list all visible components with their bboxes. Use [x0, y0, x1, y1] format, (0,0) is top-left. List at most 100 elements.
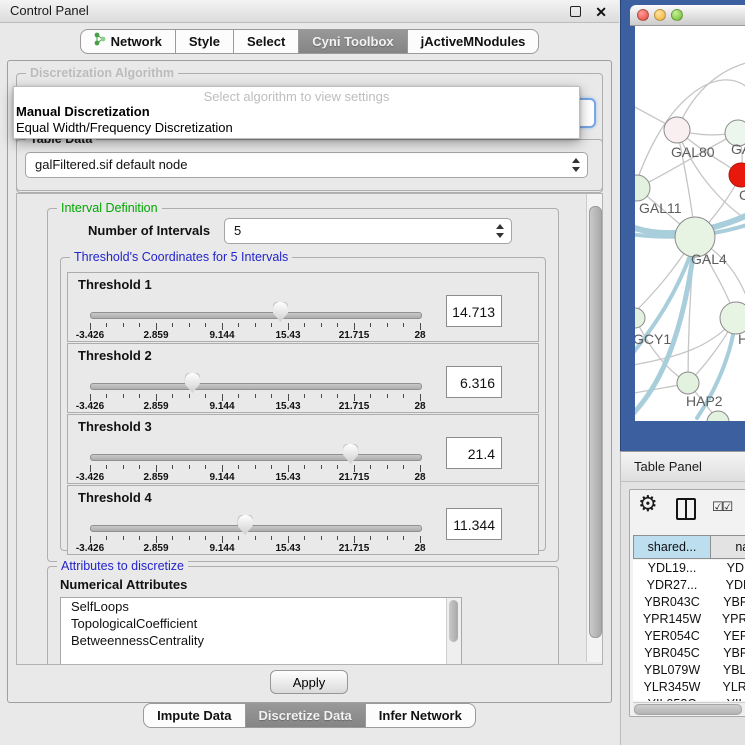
table-row[interactable]: YDL19...YDL19...	[633, 560, 745, 577]
network-window-titlebar	[630, 5, 745, 26]
tick-mark	[337, 536, 338, 540]
tick-label: 15.43	[275, 472, 300, 483]
minimize-light-icon[interactable]	[654, 9, 666, 21]
tick-label: 9.144	[209, 543, 234, 554]
settings-scrollbar-thumb[interactable]	[589, 206, 602, 638]
tick-label: 9.144	[209, 472, 234, 483]
network-window: GAL80GACGAL11GAL4GCY1HHAP2	[620, 0, 745, 451]
slider-track[interactable]	[90, 383, 422, 390]
tick-mark	[172, 465, 173, 469]
tick-label: 28	[414, 543, 425, 554]
table-row[interactable]: YER054CYER054C	[633, 628, 745, 645]
tab-label: Cyni Toolbox	[312, 30, 393, 53]
apply-button[interactable]: Apply	[270, 670, 348, 694]
control-panel-titlebar: Control Panel ✕	[0, 0, 619, 23]
close-icon[interactable]: ✕	[595, 1, 607, 23]
slider-thumb[interactable]	[273, 302, 288, 322]
slider-track[interactable]	[90, 525, 422, 532]
table-row[interactable]: YDR27...YDR27...	[633, 577, 745, 594]
tick-mark	[205, 536, 206, 540]
attribute-item-topologicalcoefficient[interactable]: TopologicalCoefficient	[61, 615, 461, 632]
network-edge	[635, 80, 745, 206]
bottom-tab-label: Infer Network	[379, 704, 462, 727]
table-row[interactable]: YLR345WYLR345W	[633, 679, 745, 696]
table-data-group: Table Data galFiltered.sif default node	[16, 139, 603, 191]
slider-track[interactable]	[90, 312, 422, 319]
tab-cyni-toolbox[interactable]: Cyni Toolbox	[299, 29, 407, 54]
algorithm-option-manual-discretization[interactable]: Manual Discretization	[14, 104, 579, 120]
slider-thumb[interactable]	[343, 444, 358, 464]
table-row[interactable]: YBR043CYBR043C	[633, 594, 745, 611]
tick-mark	[238, 465, 239, 469]
threshold-panel-4: Threshold 4-3.4262.8599.14415.4321.71528…	[67, 485, 539, 555]
zoom-light-icon[interactable]	[671, 9, 683, 21]
tick-mark	[420, 536, 421, 543]
tick-label: 9.144	[209, 401, 234, 412]
slider-track[interactable]	[90, 454, 422, 461]
attribute-item-betweennesscentrality[interactable]: BetweennessCentrality	[61, 632, 461, 649]
table-row[interactable]: YBL079WYBL079W	[633, 662, 745, 679]
tab-style[interactable]: Style	[176, 29, 234, 54]
list-scrollbar-thumb[interactable]	[449, 600, 458, 642]
threshold-value-field[interactable]: 11.344	[446, 508, 502, 540]
network-node[interactable]	[677, 372, 699, 394]
attribute-item-selfloops[interactable]: SelfLoops	[61, 598, 461, 615]
table-row[interactable]: YBR045CYBR045C	[633, 645, 745, 662]
network-edge	[677, 62, 745, 130]
table-hscrollbar[interactable]	[633, 702, 745, 715]
attributes-group: Attributes to discretize Numerical Attri…	[47, 566, 559, 665]
slider-thumb[interactable]	[238, 515, 253, 535]
tick-mark	[420, 323, 421, 330]
tab-jactivemnodules[interactable]: jActiveMNodules	[408, 29, 540, 54]
column-header-shared-[interactable]: shared...	[633, 535, 711, 559]
tick-mark	[255, 394, 256, 398]
table-row[interactable]: YIL052CYIL052C	[633, 696, 745, 701]
column-header-name[interactable]: name	[710, 535, 745, 559]
close-light-icon[interactable]	[637, 9, 649, 21]
threshold-label: Threshold 1	[78, 277, 152, 292]
float-window-icon[interactable]	[570, 6, 581, 17]
tick-mark	[90, 536, 91, 543]
settings-gear-icon[interactable]: ⚙	[638, 491, 658, 517]
network-node[interactable]	[707, 411, 729, 421]
network-node[interactable]	[635, 308, 645, 328]
select-checkboxes-icon[interactable]: ☑☑	[712, 499, 731, 515]
tick-mark	[139, 394, 140, 398]
network-node[interactable]	[729, 163, 745, 187]
table-row[interactable]: YPR145WYPR145W	[633, 611, 745, 628]
network-node[interactable]	[664, 117, 690, 143]
tick-mark	[387, 394, 388, 398]
settings-scrollbar[interactable]	[586, 194, 602, 662]
numerical-attributes-label: Numerical Attributes	[60, 577, 187, 592]
threshold-value-field[interactable]: 21.4	[446, 437, 502, 469]
tick-mark	[304, 536, 305, 540]
algorithm-option-equal-width-frequency-discretization[interactable]: Equal Width/Frequency Discretization	[14, 120, 579, 136]
tab-select[interactable]: Select	[234, 29, 299, 54]
tick-mark	[255, 536, 256, 540]
tick-mark	[222, 323, 223, 330]
network-node[interactable]	[720, 302, 745, 334]
tick-mark	[403, 536, 404, 540]
bottom-tab-infer-network[interactable]: Infer Network	[366, 703, 476, 728]
tab-network[interactable]: Network	[80, 29, 176, 54]
tick-mark	[156, 323, 157, 330]
table-panel-title: Table Panel	[621, 452, 745, 482]
table-cell: YIL052C	[634, 696, 710, 701]
tick-mark	[238, 323, 239, 327]
bottom-tab-discretize-data[interactable]: Discretize Data	[246, 703, 366, 728]
bottom-tab-label: Discretize Data	[259, 704, 352, 727]
bottom-tab-impute-data[interactable]: Impute Data	[143, 703, 245, 728]
tick-mark	[255, 465, 256, 469]
network-canvas[interactable]: GAL80GACGAL11GAL4GCY1HHAP2	[635, 26, 745, 421]
threshold-value-field[interactable]: 6.316	[446, 366, 502, 398]
table-cell: YBR043C	[634, 594, 710, 611]
table-data-combobox[interactable]: galFiltered.sif default node	[25, 152, 588, 178]
table-hscrollbar-thumb[interactable]	[634, 704, 742, 715]
number-of-intervals-combobox[interactable]: 5	[224, 218, 512, 244]
slider-thumb[interactable]	[185, 373, 200, 393]
tick-label: 9.144	[209, 330, 234, 341]
list-scrollbar[interactable]	[446, 598, 461, 665]
threshold-value-field[interactable]: 14.713	[446, 295, 502, 327]
column-layout-icon[interactable]	[676, 498, 696, 520]
node-label-h: H	[738, 331, 745, 347]
